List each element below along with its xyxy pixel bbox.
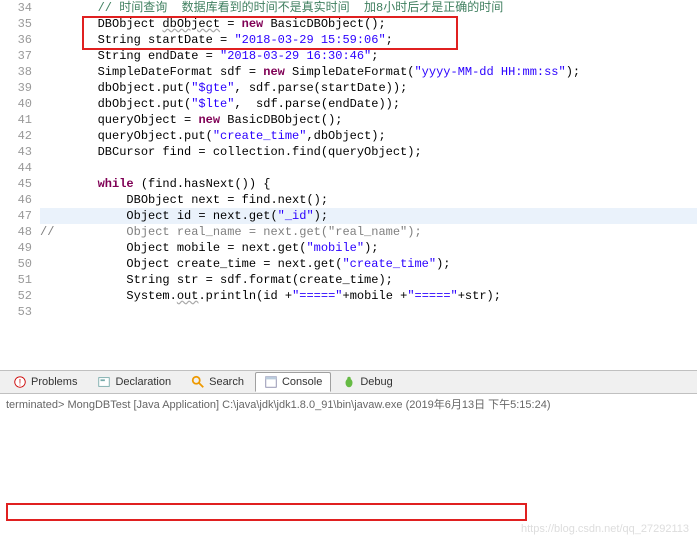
- tab-debug[interactable]: Debug: [333, 372, 401, 392]
- code-line[interactable]: SimpleDateFormat sdf = new SimpleDateFor…: [40, 64, 697, 80]
- line-gutter: 3435363738394041424344454647484950515253: [0, 0, 38, 320]
- code-line[interactable]: // 时间查询 数据库看到的时间不是真实时间 加8小时后才是正确的时间: [40, 0, 697, 16]
- code-line[interactable]: Object mobile = next.get("mobile");: [40, 240, 697, 256]
- line-number: 46: [0, 192, 32, 208]
- line-number: 37: [0, 48, 32, 64]
- code-line[interactable]: dbObject.put("$gte", sdf.parse(startDate…: [40, 80, 697, 96]
- line-number: 38: [0, 64, 32, 80]
- bug-icon: [342, 375, 356, 389]
- tab-label: Search: [209, 376, 244, 388]
- code-line[interactable]: // Object real_name = next.get("real_nam…: [40, 224, 697, 240]
- view-tabs: ! Problems Declaration Search Console De…: [0, 370, 697, 394]
- code-line[interactable]: System.out.println(id +"====="+mobile +"…: [40, 288, 697, 304]
- line-number: 45: [0, 176, 32, 192]
- warning-icon: !: [13, 375, 27, 389]
- console-output[interactable]: [0, 414, 697, 418]
- tab-label: Console: [282, 376, 322, 388]
- tab-label: Declaration: [115, 376, 171, 388]
- code-line[interactable]: queryObject.put("create_time",dbObject);: [40, 128, 697, 144]
- line-number: 41: [0, 112, 32, 128]
- line-number: 39: [0, 80, 32, 96]
- svg-text:!: !: [19, 378, 21, 388]
- code-line[interactable]: String str = sdf.format(create_time);: [40, 272, 697, 288]
- line-number: 49: [0, 240, 32, 256]
- line-number: 51: [0, 272, 32, 288]
- code-line[interactable]: while (find.hasNext()) {: [40, 176, 697, 192]
- code-line[interactable]: [40, 160, 697, 176]
- line-number: 50: [0, 256, 32, 272]
- tab-declaration[interactable]: Declaration: [88, 372, 180, 392]
- line-number: 42: [0, 128, 32, 144]
- tab-label: Debug: [360, 376, 392, 388]
- tab-search[interactable]: Search: [182, 372, 253, 392]
- line-number: 44: [0, 160, 32, 176]
- line-number: 36: [0, 32, 32, 48]
- code-line[interactable]: String startDate = "2018-03-29 15:59:06"…: [40, 32, 697, 48]
- code-line[interactable]: String endDate = "2018-03-29 16:30:46";: [40, 48, 697, 64]
- code-line[interactable]: queryObject = new BasicDBObject();: [40, 112, 697, 128]
- code-line[interactable]: DBCursor find = collection.find(queryObj…: [40, 144, 697, 160]
- code-area[interactable]: // 时间查询 数据库看到的时间不是真实时间 加8小时后才是正确的时间 DBOb…: [40, 0, 697, 304]
- tab-label: Problems: [31, 376, 77, 388]
- search-icon: [191, 375, 205, 389]
- console-icon: [264, 375, 278, 389]
- line-number: 53: [0, 304, 32, 320]
- line-number: 34: [0, 0, 32, 16]
- watermark: https://blog.csdn.net/qq_27292113: [521, 523, 689, 535]
- line-number: 47: [0, 208, 32, 224]
- tab-console[interactable]: Console: [255, 372, 331, 392]
- console-header: terminated> MongDBTest [Java Application…: [0, 394, 697, 414]
- code-line[interactable]: dbObject.put("$lte", sdf.parse(endDate))…: [40, 96, 697, 112]
- code-line[interactable]: Object id = next.get("_id");: [40, 208, 697, 224]
- code-line[interactable]: Object create_time = next.get("create_ti…: [40, 256, 697, 272]
- line-number: 35: [0, 16, 32, 32]
- line-number: 52: [0, 288, 32, 304]
- line-number: 43: [0, 144, 32, 160]
- highlight-box-output: [6, 503, 527, 521]
- line-number: 48: [0, 224, 32, 240]
- line-number: 40: [0, 96, 32, 112]
- code-line[interactable]: DBObject next = find.next();: [40, 192, 697, 208]
- code-line[interactable]: DBObject dbObject = new BasicDBObject();: [40, 16, 697, 32]
- tab-problems[interactable]: ! Problems: [4, 372, 86, 392]
- declaration-icon: [97, 375, 111, 389]
- code-editor[interactable]: 3435363738394041424344454647484950515253…: [0, 0, 697, 370]
